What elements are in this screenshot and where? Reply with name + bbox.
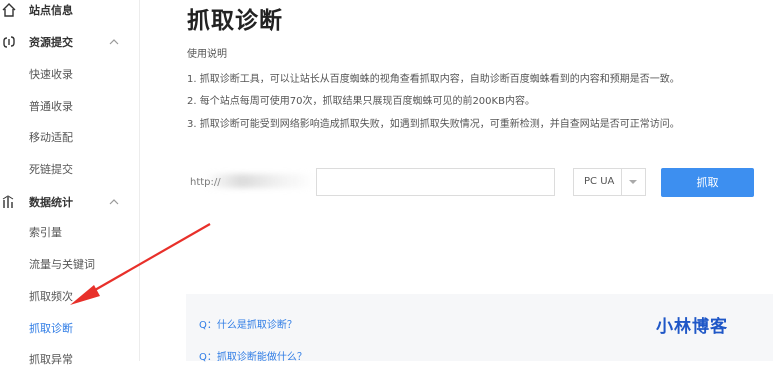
caret-down-icon bbox=[629, 180, 637, 184]
sidebar-group-label: 数据统计 bbox=[29, 196, 73, 209]
watermark: 小林博客 bbox=[656, 317, 728, 337]
blurred-domain bbox=[205, 174, 315, 188]
sidebar-group-data-stats[interactable]: 数据统计 bbox=[0, 193, 140, 213]
link-icon bbox=[3, 36, 15, 48]
sidebar-item-normal-index[interactable]: 普通收录 bbox=[29, 98, 73, 114]
sidebar: 站点信息 资源提交 快速收录 普通收录 移动适配 死链提交 数据统计 索引量 流… bbox=[0, 0, 140, 366]
sidebar-item-traffic-keywords[interactable]: 流量与关键词 bbox=[29, 256, 95, 272]
home-icon bbox=[2, 3, 16, 17]
usage-line: 3. 抓取诊断可能受到网络影响造成抓取失败，如遇到抓取失败情况，可重新检测，并自… bbox=[187, 119, 680, 130]
sidebar-group-resource-submit[interactable]: 资源提交 bbox=[0, 33, 140, 53]
usage-line: 2. 每个站点每周可使用70次，抓取结果只展现百度蜘蛛可见的前200KB内容。 bbox=[187, 96, 535, 107]
sidebar-item-crawl-frequency[interactable]: 抓取频次 bbox=[29, 288, 73, 304]
page-title: 抓取诊断 bbox=[187, 8, 283, 34]
sidebar-item-site-info[interactable]: 站点信息 bbox=[0, 1, 140, 21]
chevron-up-icon[interactable] bbox=[107, 195, 121, 209]
sidebar-item-label: 站点信息 bbox=[29, 4, 73, 17]
sidebar-item-crawl-errors[interactable]: 抓取异常 bbox=[29, 351, 73, 367]
url-input[interactable] bbox=[316, 168, 555, 196]
sidebar-item-index-volume[interactable]: 索引量 bbox=[29, 224, 62, 240]
faq-link[interactable]: Q：什么是抓取诊断？ bbox=[199, 316, 297, 331]
chart-icon bbox=[2, 195, 14, 208]
usage-instructions-title: 使用说明 bbox=[187, 49, 227, 60]
chevron-up-icon[interactable] bbox=[107, 35, 121, 49]
ua-select[interactable]: PC UA bbox=[573, 168, 646, 196]
dropdown-arrow[interactable] bbox=[621, 169, 645, 195]
sidebar-group-label: 资源提交 bbox=[29, 36, 73, 49]
usage-line: 1. 抓取诊断工具，可以让站长从百度蜘蛛的视角查看抓取内容，自助诊断百度蜘蛛看到… bbox=[187, 74, 680, 85]
sidebar-item-deadlink-submit[interactable]: 死链提交 bbox=[29, 161, 73, 177]
sidebar-item-crawl-diagnosis[interactable]: 抓取诊断 bbox=[29, 320, 73, 336]
sidebar-item-quick-index[interactable]: 快速收录 bbox=[29, 66, 73, 82]
sidebar-item-mobile-adapt[interactable]: 移动适配 bbox=[29, 129, 73, 145]
fetch-button[interactable]: 抓取 bbox=[661, 168, 754, 197]
ua-select-value: PC UA bbox=[584, 176, 615, 187]
